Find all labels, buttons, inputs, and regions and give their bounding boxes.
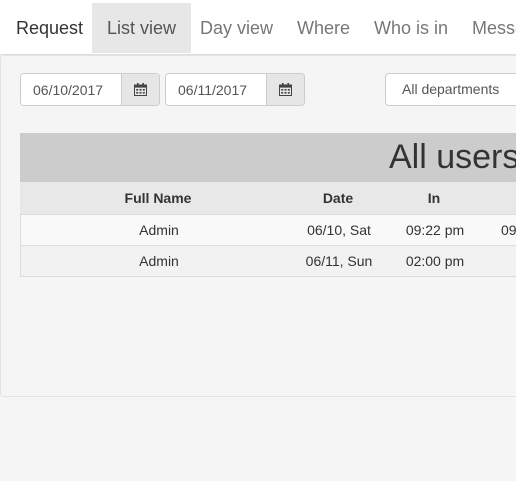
cell-full-name: Admin [139,222,179,238]
date-from-calendar-button[interactable] [121,74,159,105]
cell-out [489,246,516,276]
header-date[interactable]: Date [296,182,380,214]
table-title: All users [389,138,516,176]
calendar-icon [134,83,147,96]
cell-date: 06/10, Sat [307,222,371,238]
tab-list-view[interactable]: List view [92,3,191,53]
date-from-group [20,73,160,106]
cell-out: 09: [501,222,516,238]
tab-who-is-in[interactable]: Who is in [374,3,448,53]
tab-request[interactable]: Request [16,3,83,53]
table-header: Full Name Date In [20,182,516,215]
header-in[interactable]: In [380,182,488,214]
tab-where[interactable]: Where [297,3,350,53]
cell-full-name: Admin [139,253,179,269]
cell-in: 09:22 pm [405,222,465,238]
tab-day-view[interactable]: Day view [200,3,273,53]
table-row: Admin 06/11, Sun 02:00 pm [20,246,516,277]
department-select[interactable]: All departments [385,73,516,106]
nav-tabs: Request List view Day view Where Who is … [0,0,516,55]
date-to-input[interactable] [166,74,266,105]
table-title-bar: All users [20,133,516,182]
date-to-group [165,73,305,106]
calendar-icon [279,83,292,96]
cell-date: 06/11, Sun [305,253,373,269]
cell-in: 02:00 pm [405,253,465,269]
header-full-name[interactable]: Full Name [20,182,296,214]
date-from-input[interactable] [21,74,121,105]
date-to-calendar-button[interactable] [266,74,304,105]
table-row: Admin 06/10, Sat 09:22 pm 09: [20,215,516,246]
tab-messages[interactable]: Messages [472,3,516,53]
